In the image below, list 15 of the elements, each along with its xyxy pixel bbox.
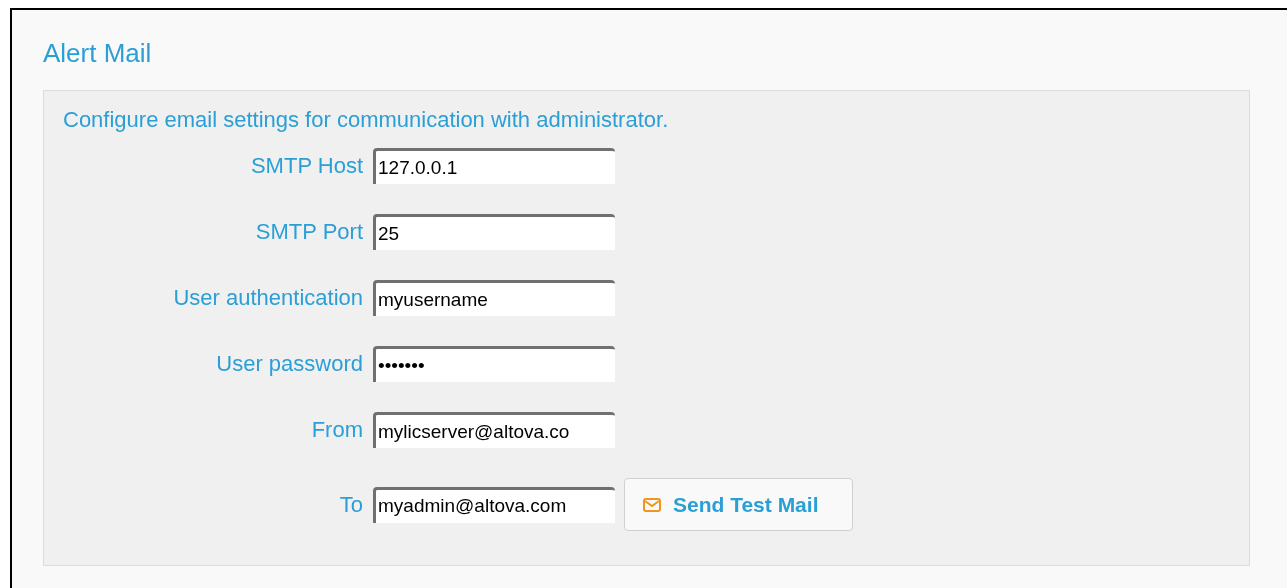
input-field[interactable]: ••••••• — [373, 346, 615, 382]
field-label: To — [338, 490, 363, 519]
section-title: Alert Mail — [43, 37, 153, 70]
field-label: User authentication — [172, 284, 363, 312]
input-field[interactable]: myadmin@altova.com — [373, 486, 615, 523]
input-field[interactable]: 127.0.0.1 — [373, 148, 615, 184]
field-label: From — [310, 416, 363, 444]
field-label: SMTP Host — [249, 152, 363, 180]
panel-description: Configure email settings for communication with administrator. — [63, 106, 670, 134]
field-label: User password — [215, 350, 363, 378]
input-field[interactable]: mylicserver@altova.co — [373, 412, 615, 448]
envelope-icon — [643, 497, 661, 512]
input-field[interactable]: myusername — [373, 280, 615, 316]
input-field[interactable]: 25 — [373, 214, 615, 250]
field-label: SMTP Port — [254, 218, 363, 246]
